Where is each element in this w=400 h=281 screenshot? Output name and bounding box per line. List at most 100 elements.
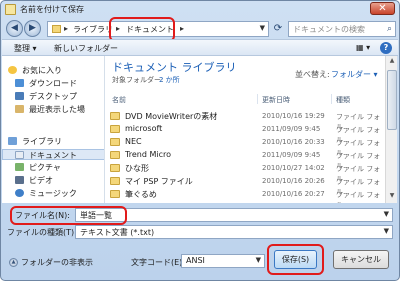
sidebar-item-label: ミュージック <box>29 189 77 198</box>
folder-icon <box>110 125 120 133</box>
arrange-label: 並べ替え: <box>295 70 330 79</box>
file-name: NEC <box>125 137 142 146</box>
file-date: 2010/10/16 20:27 <box>262 190 325 198</box>
sidebar-item-label: ライブラリ <box>22 137 62 146</box>
close-button[interactable]: ✕ <box>370 2 395 15</box>
help-icon[interactable]: ? <box>380 42 392 54</box>
search-placeholder: ドキュメントの検索 <box>293 25 365 34</box>
scrollbar-thumb[interactable] <box>387 70 397 130</box>
chevron-down-icon[interactable]: ▼ <box>384 227 389 235</box>
encoding-value: ANSI <box>186 256 205 265</box>
file-name: マイ PSP ファイル <box>125 177 193 186</box>
file-date: 2010/10/16 20:33 <box>262 138 325 146</box>
sidebar-item-videos[interactable]: ビデオ <box>2 175 104 186</box>
sidebar-item-libraries[interactable]: ライブラリ <box>2 136 104 147</box>
file-name: 筆ぐるめ <box>125 190 157 199</box>
sidebar-item-recent[interactable]: 最近表示した場 <box>2 104 104 115</box>
notepad-icon <box>5 4 16 15</box>
list-item[interactable]: ひな形 2010/10/27 14:02 ファイル フォル... <box>108 162 393 183</box>
forward-button[interactable]: ▶ <box>24 20 41 37</box>
encoding-select[interactable]: ANSI ▼ <box>181 254 265 268</box>
file-date: 2010/10/16 19:29 <box>262 112 325 120</box>
chevron-down-icon[interactable]: ▼ <box>260 24 265 32</box>
vertical-scrollbar[interactable]: ▲ ▼ <box>385 56 397 203</box>
folder-icon <box>110 151 120 159</box>
sidebar-item-label: ダウンロード <box>29 79 77 88</box>
new-folder-button[interactable]: 新しいフォルダー <box>54 43 118 54</box>
list-item[interactable]: microsoft 2011/09/09 9:45 ファイル フォル... <box>108 123 393 144</box>
file-list-pane: ドキュメント ライブラリ 対象フォルダー: 2 か所 並べ替え: フォルダー ▾… <box>105 56 397 203</box>
sidebar-item-label: ドキュメント <box>29 151 77 160</box>
download-folder-icon <box>15 79 24 87</box>
breadcrumb-separator: ▸ <box>64 24 69 33</box>
folder-icon <box>52 25 61 33</box>
sidebar-item-pictures[interactable]: ピクチャ <box>2 162 104 173</box>
hide-folders-button[interactable]: フォルダーの非表示 <box>21 257 93 268</box>
chevron-up-icon[interactable]: ▲ <box>9 258 18 267</box>
library-locations-link[interactable]: 2 か所 <box>159 75 180 85</box>
save-as-dialog: 名前を付けて保存 ✕ ◀ ▶ ▸ ライブラリ ▸ ドキュメント ▸ ▼ ⟳ ドキ… <box>0 0 400 281</box>
organize-button[interactable]: 整理 ▾ <box>14 43 37 54</box>
chevron-down-icon[interactable]: ▼ <box>256 256 261 264</box>
sidebar-item-documents[interactable]: ドキュメント <box>2 149 104 160</box>
list-item[interactable]: マイ PSP ファイル 2010/10/16 20:26 ファイル フォル... <box>108 175 393 196</box>
list-item[interactable]: NEC 2010/10/16 20:33 ファイル フォル... <box>108 136 393 157</box>
highlight-filename <box>10 206 127 225</box>
column-divider <box>331 94 332 104</box>
toolbar: 整理 ▾ 新しいフォルダー ▦ ▾ ? <box>2 39 398 56</box>
breadcrumb-separator: ▸ <box>180 24 185 33</box>
folder-icon <box>110 164 120 172</box>
file-name: Trend Micro <box>125 150 171 159</box>
file-name: DVD MovieWriterの素材 <box>125 112 218 121</box>
filetype-value: テキスト文書 (*.txt) <box>80 228 155 237</box>
library-title: ドキュメント ライブラリ <box>112 61 237 74</box>
music-icon <box>15 189 24 197</box>
filetype-label: ファイルの種類(T): <box>7 228 77 237</box>
file-date: 2010/10/27 14:02 <box>262 164 325 172</box>
cancel-button[interactable]: キャンセル <box>333 250 389 269</box>
chevron-down-icon[interactable]: ▼ <box>384 210 389 218</box>
sidebar-item-downloads[interactable]: ダウンロード <box>2 78 104 89</box>
star-icon <box>8 66 17 74</box>
column-header-date[interactable]: 更新日時 <box>262 95 290 105</box>
column-header-name[interactable]: 名前 <box>112 95 126 105</box>
pictures-icon <box>15 163 24 171</box>
file-date: 2010/10/16 20:26 <box>262 177 325 185</box>
refresh-icon[interactable]: ⟳ <box>271 21 285 37</box>
address-row: ◀ ▶ ▸ ライブラリ ▸ ドキュメント ▸ ▼ ⟳ ドキュメントの検索 ⌕ <box>3 19 399 39</box>
view-options-button[interactable]: ▦ ▾ <box>356 43 370 52</box>
window-title: 名前を付けて保存 <box>20 5 84 14</box>
list-item[interactable]: Trend Micro 2011/09/09 9:45 ファイル フォル... <box>108 149 393 170</box>
arrange-dropdown[interactable]: フォルダー ▾ <box>331 69 378 80</box>
column-divider <box>257 94 258 104</box>
file-name: ひな形 <box>125 164 149 173</box>
filetype-select[interactable]: テキスト文書 (*.txt) ▼ <box>75 225 393 239</box>
library-subtitle-label: 対象フォルダー: <box>112 76 164 84</box>
highlight-save <box>267 244 324 275</box>
sidebar-item-label: 最近表示した場 <box>29 105 85 114</box>
sidebar-item-label: デスクトップ <box>29 92 77 101</box>
breadcrumb-libraries[interactable]: ライブラリ <box>73 24 113 35</box>
search-icon: ⌕ <box>386 24 392 34</box>
list-item[interactable]: 筆ぐるめ 2010/10/16 20:27 ファイル フォル... <box>108 188 393 203</box>
desktop-icon <box>15 92 24 100</box>
list-item[interactable]: DVD MovieWriterの素材 2010/10/16 19:29 ファイル… <box>108 110 393 131</box>
library-icon <box>8 137 17 145</box>
documents-icon <box>15 151 24 159</box>
column-header-type[interactable]: 種類 <box>336 95 350 105</box>
videos-icon <box>15 176 24 184</box>
sidebar-item-favorites[interactable]: お気に入り <box>2 65 104 76</box>
sidebar-item-label: ピクチャ <box>29 163 61 172</box>
navigation-pane: お気に入り ダウンロード デスクトップ 最近表示した場 ライブラリ ドキュメント… <box>2 56 105 203</box>
file-name: microsoft <box>125 124 163 133</box>
title-bar: 名前を付けて保存 ✕ <box>1 1 399 18</box>
search-input[interactable]: ドキュメントの検索 ⌕ <box>288 21 396 37</box>
sidebar-item-music[interactable]: ミュージック <box>2 188 104 199</box>
folder-icon <box>110 112 120 120</box>
scroll-down-icon[interactable]: ▼ <box>387 192 397 202</box>
file-date: 2011/09/09 9:45 <box>262 151 321 159</box>
sidebar-item-desktop[interactable]: デスクトップ <box>2 91 104 102</box>
sidebar-item-label: お気に入り <box>22 66 62 75</box>
scroll-up-icon[interactable]: ▲ <box>387 57 397 67</box>
back-button[interactable]: ◀ <box>6 20 23 37</box>
